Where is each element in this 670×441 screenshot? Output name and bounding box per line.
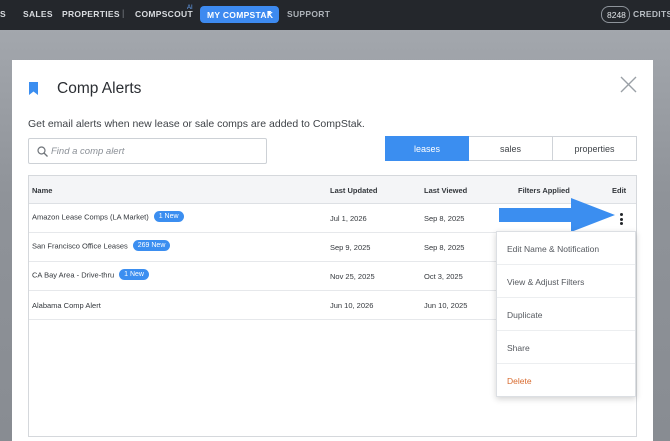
- alert-name-cell: Amazon Lease Comps (LA Market) 1 New: [32, 211, 184, 223]
- alert-name-cell: CA Bay Area - Drive-thru 1 New: [32, 269, 149, 281]
- nav-item-properties[interactable]: PROPERTIES: [62, 9, 120, 19]
- nav-item-sales[interactable]: SALES: [23, 9, 53, 19]
- header-last-viewed[interactable]: Last Viewed: [424, 186, 467, 195]
- top-navigation: S SALES PROPERTIES | COMPSCOUT AI MY COM…: [0, 0, 670, 30]
- menu-item-duplicate[interactable]: Duplicate: [497, 298, 635, 331]
- menu-item-view-filters[interactable]: View & Adjust Filters: [497, 265, 635, 298]
- menu-item-edit-name[interactable]: Edit Name & Notification: [497, 232, 635, 265]
- menu-item-delete[interactable]: Delete: [497, 364, 635, 397]
- header-edit: Edit: [612, 186, 627, 195]
- credits-label: CREDITS: [633, 9, 670, 19]
- new-count-badge: 1 New: [153, 211, 184, 222]
- bookmark-icon: [29, 82, 38, 95]
- new-count-badge: 1 New: [119, 269, 149, 280]
- alert-name[interactable]: San Francisco Office Leases: [32, 241, 128, 250]
- modal-title: Comp Alerts: [57, 80, 142, 97]
- alert-name[interactable]: CA Bay Area - Drive-thru: [32, 270, 114, 279]
- menu-item-share[interactable]: Share: [497, 331, 635, 364]
- header-filters-applied: Filters Applied: [518, 186, 570, 195]
- alert-name[interactable]: Amazon Lease Comps (LA Market): [32, 212, 149, 221]
- last-updated-cell: Jun 10, 2026: [330, 301, 374, 310]
- tab-properties[interactable]: properties: [552, 136, 637, 161]
- alert-name-cell: San Francisco Office Leases 269 New: [32, 240, 171, 252]
- nav-item-support[interactable]: SUPPORT: [287, 9, 330, 19]
- last-viewed-cell: Sep 8, 2025: [424, 214, 465, 223]
- nav-item-truncated[interactable]: S: [0, 9, 6, 19]
- header-last-updated[interactable]: Last Updated: [330, 186, 378, 195]
- kebab-menu-icon[interactable]: [620, 213, 624, 225]
- close-icon[interactable]: [620, 76, 637, 93]
- my-compstak-button[interactable]: MY COMPSTAK ▼: [200, 6, 279, 23]
- modal-subtitle: Get email alerts when new lease or sale …: [28, 118, 365, 130]
- last-viewed-cell: Sep 8, 2025: [424, 243, 465, 252]
- my-compstak-label: MY COMPSTAK: [207, 10, 274, 20]
- last-updated-cell: Jul 1, 2026: [330, 214, 367, 223]
- header-name[interactable]: Name: [32, 186, 52, 195]
- last-viewed-cell: Jun 10, 2025: [424, 301, 468, 310]
- nav-item-compscout[interactable]: COMPSCOUT: [135, 9, 193, 19]
- compscout-superscript: AI: [187, 5, 193, 11]
- credits-count-badge[interactable]: 8248: [601, 6, 630, 23]
- search-icon: [37, 146, 48, 157]
- arrow-pointer-icon: [499, 198, 615, 232]
- search-input[interactable]: [51, 140, 263, 162]
- last-updated-cell: Sep 9, 2025: [330, 243, 371, 252]
- search-field[interactable]: [28, 138, 267, 164]
- tab-sales[interactable]: sales: [469, 136, 553, 161]
- alert-name-cell: Alabama Comp Alert: [32, 301, 101, 310]
- nav-separator: |: [122, 8, 125, 18]
- chevron-down-icon: ▼: [265, 10, 273, 17]
- last-viewed-cell: Oct 3, 2025: [424, 272, 463, 281]
- tab-leases[interactable]: leases: [385, 136, 469, 161]
- alert-actions-menu: Edit Name & Notification View & Adjust F…: [496, 231, 636, 397]
- new-count-badge: 269 New: [132, 240, 171, 251]
- last-updated-cell: Nov 25, 2025: [330, 272, 375, 281]
- alert-name[interactable]: Alabama Comp Alert: [32, 301, 101, 310]
